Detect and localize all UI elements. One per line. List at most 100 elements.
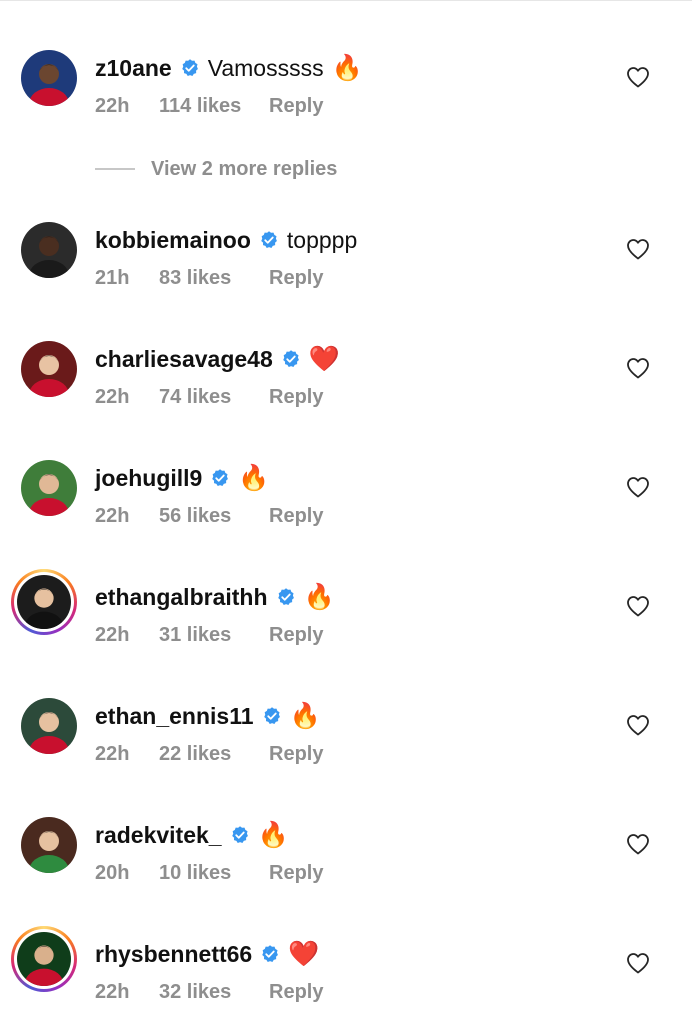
comment-likes[interactable]: 56 likes (159, 505, 269, 528)
heart-outline-icon[interactable] (626, 595, 650, 617)
avatar[interactable] (21, 460, 77, 516)
avatar[interactable] (21, 341, 77, 397)
comment-likes[interactable]: 32 likes (159, 981, 269, 1004)
heart-outline-icon[interactable] (626, 357, 650, 379)
comment-header: ethangalbraithh 🔥 (95, 579, 335, 615)
avatar-image (17, 575, 71, 629)
comment-time: 21h (95, 266, 130, 289)
avatar[interactable] (11, 569, 77, 635)
avatar[interactable] (21, 698, 77, 754)
comment-item: radekvitek_ 🔥 20h 10 likes Reply (0, 817, 692, 917)
comment-meta: 22h 114 likes Reply (95, 92, 323, 120)
comment-likes[interactable]: 10 likes (159, 862, 269, 885)
comment-likes[interactable]: 31 likes (159, 624, 269, 647)
avatar-image (21, 460, 77, 516)
view-more-replies-label[interactable]: View 2 more replies (151, 158, 337, 181)
reply-button[interactable]: Reply (269, 386, 323, 409)
avatar-image (17, 932, 71, 986)
comment-header: rhysbennett66 ❤️ (95, 936, 319, 972)
comment-meta: 22h 32 likes Reply (95, 978, 323, 1006)
reply-button[interactable]: Reply (269, 95, 323, 118)
comment-meta: 21h 83 likes Reply (95, 264, 323, 292)
heart-outline-icon[interactable] (626, 952, 650, 974)
comment-time: 22h (95, 94, 130, 117)
avatar-image (21, 50, 77, 106)
comment-likes[interactable]: 22 likes (159, 743, 269, 766)
comment-meta: 20h 10 likes Reply (95, 859, 323, 887)
comment-item: joehugill9 🔥 22h 56 likes Reply (0, 460, 692, 560)
comment-emoji: 🔥 (331, 53, 363, 82)
comment-time: 22h (95, 742, 130, 765)
comment-time: 20h (95, 861, 130, 884)
verified-badge-icon (230, 825, 250, 845)
comment-time: 22h (95, 504, 130, 527)
comment-emoji: 🔥 (238, 463, 270, 492)
comment-text: Vamosssss (207, 54, 324, 81)
comment-header: joehugill9 🔥 (95, 460, 269, 496)
comment-emoji: 🔥 (303, 582, 335, 611)
avatar[interactable] (21, 817, 77, 873)
comment-emoji: 🔥 (289, 701, 321, 730)
comment-header: charliesavage48 ❤️ (95, 341, 340, 377)
verified-badge-icon (262, 706, 282, 726)
top-divider (0, 0, 692, 1)
comment-likes[interactable]: 74 likes (159, 386, 269, 409)
comment-header: z10ane Vamosssss 🔥 (95, 50, 363, 86)
reply-button[interactable]: Reply (269, 862, 323, 885)
comment-meta: 22h 74 likes Reply (95, 383, 323, 411)
username[interactable]: radekvitek_ (95, 822, 222, 849)
comment-header: kobbiemainoo topppp (95, 222, 357, 258)
avatar[interactable] (11, 926, 77, 992)
comment-emoji: ❤️ (308, 344, 340, 373)
avatar-image (21, 817, 77, 873)
reply-button[interactable]: Reply (269, 981, 323, 1004)
comment-emoji: 🔥 (257, 820, 289, 849)
comment-text: topppp (286, 226, 358, 253)
avatar[interactable] (21, 50, 77, 106)
reply-button[interactable]: Reply (269, 743, 323, 766)
comment-item: kobbiemainoo topppp 21h 83 likes Reply (0, 222, 692, 322)
username[interactable]: z10ane (95, 55, 172, 82)
heart-outline-icon[interactable] (626, 66, 650, 88)
username[interactable]: rhysbennett66 (95, 941, 252, 968)
comment-meta: 22h 31 likes Reply (95, 621, 323, 649)
verified-badge-icon (276, 587, 296, 607)
comment-item: rhysbennett66 ❤️ 22h 32 likes Reply (0, 926, 692, 1036)
comment-header: radekvitek_ 🔥 (95, 817, 289, 853)
verified-badge-icon (210, 468, 230, 488)
comment-likes[interactable]: 114 likes (159, 95, 269, 118)
comment-item: ethan_ennis11 🔥 22h 22 likes Reply (0, 698, 692, 798)
replies-dash (95, 168, 135, 170)
heart-outline-icon[interactable] (626, 238, 650, 260)
view-more-replies[interactable]: View 2 more replies (95, 154, 337, 184)
verified-badge-icon (259, 230, 279, 250)
comment-emoji: ❤️ (288, 939, 320, 968)
comment-meta: 22h 22 likes Reply (95, 740, 323, 768)
comment-header: ethan_ennis11 🔥 (95, 698, 321, 734)
avatar[interactable] (21, 222, 77, 278)
comment-likes[interactable]: 83 likes (159, 267, 269, 290)
verified-badge-icon (180, 58, 200, 78)
comment-item: ethangalbraithh 🔥 22h 31 likes Reply (0, 569, 692, 679)
heart-outline-icon[interactable] (626, 476, 650, 498)
reply-button[interactable]: Reply (269, 505, 323, 528)
username[interactable]: joehugill9 (95, 465, 202, 492)
username[interactable]: kobbiemainoo (95, 227, 251, 254)
comment-item: z10ane Vamosssss 🔥 22h 114 likes Reply (0, 50, 692, 150)
username[interactable]: charliesavage48 (95, 346, 273, 373)
heart-outline-icon[interactable] (626, 833, 650, 855)
comment-time: 22h (95, 385, 130, 408)
comment-item: charliesavage48 ❤️ 22h 74 likes Reply (0, 341, 692, 441)
comment-time: 22h (95, 980, 130, 1003)
verified-badge-icon (260, 944, 280, 964)
avatar-image (21, 698, 77, 754)
comment-time: 22h (95, 623, 130, 646)
reply-button[interactable]: Reply (269, 267, 323, 290)
comment-meta: 22h 56 likes Reply (95, 502, 323, 530)
heart-outline-icon[interactable] (626, 714, 650, 736)
username[interactable]: ethangalbraithh (95, 584, 268, 611)
username[interactable]: ethan_ennis11 (95, 703, 254, 730)
reply-button[interactable]: Reply (269, 624, 323, 647)
verified-badge-icon (281, 349, 301, 369)
avatar-image (21, 222, 77, 278)
